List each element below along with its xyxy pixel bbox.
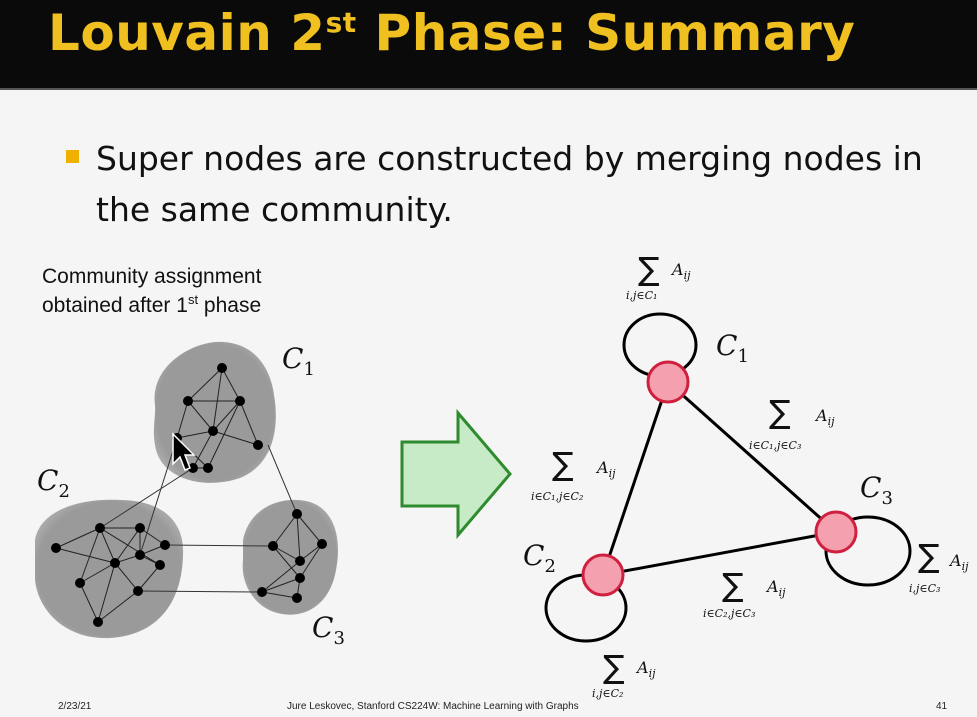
right-label-c1: C1 (716, 329, 749, 367)
left-label-c1: C1 (282, 342, 315, 380)
super-nodes (581, 360, 858, 597)
community-blob-c3 (242, 499, 338, 615)
left-label-c3: C3 (312, 611, 345, 649)
right-label-c3: C3 (860, 471, 893, 509)
footer-date: 2/23/21 (58, 701, 92, 712)
svg-text:i∈C₂,j∈C₃: i∈C₂,j∈C₃ (703, 607, 755, 620)
sum-label-c2-c3: ∑ Aij i∈C₂,j∈C₃ (703, 566, 786, 620)
svg-text:i,j∈C₃: i,j∈C₃ (909, 582, 940, 595)
sum-label-c1-c2: ∑ Aij i∈C₁,j∈C₂ (531, 445, 616, 503)
community-blob-c1 (153, 341, 276, 483)
svg-text:i,j∈C₁: i,j∈C₁ (626, 289, 657, 302)
svg-text:∑: ∑ (722, 566, 744, 604)
svg-text:Aij: Aij (670, 260, 691, 282)
svg-text:∑: ∑ (552, 445, 574, 483)
super-node-c1 (646, 360, 690, 404)
svg-text:∑: ∑ (638, 250, 660, 288)
svg-text:∑: ∑ (603, 648, 625, 686)
transform-arrow-icon (400, 408, 512, 540)
svg-text:Aij: Aij (765, 577, 786, 599)
svg-text:Aij: Aij (814, 406, 835, 428)
svg-text:i∈C₁,j∈C₃: i∈C₁,j∈C₃ (749, 439, 801, 452)
svg-text:∑: ∑ (769, 393, 791, 431)
sum-label-self-c3: ∑ Aij i,j∈C₃ (909, 537, 969, 595)
footer-credit: Jure Leskovec, Stanford CS224W: Machine … (287, 701, 579, 712)
super-node-c3 (814, 510, 858, 554)
svg-text:∑: ∑ (918, 537, 940, 575)
diagram-canvas: C1 C2 C3 C1 C2 C3 ∑ Aij i,j∈C₁ ∑ Aij i∈C… (35, 250, 969, 700)
sum-label-self-c2: ∑ Aij i,j∈C₂ (592, 648, 656, 700)
left-label-c2: C2 (37, 464, 70, 502)
svg-text:Aij: Aij (635, 658, 656, 680)
footer-page-number: 41 (936, 701, 948, 712)
super-node-c2 (581, 553, 625, 597)
right-label-c2: C2 (523, 539, 556, 577)
sum-label-self-c1: ∑ Aij i,j∈C₁ (626, 250, 691, 302)
svg-text:i,j∈C₂: i,j∈C₂ (592, 687, 623, 700)
sum-label-c1-c3: ∑ Aij i∈C₁,j∈C₃ (749, 393, 835, 452)
svg-text:i∈C₁,j∈C₂: i∈C₁,j∈C₂ (531, 490, 583, 503)
svg-text:Aij: Aij (595, 458, 616, 480)
svg-text:Aij: Aij (948, 551, 969, 573)
